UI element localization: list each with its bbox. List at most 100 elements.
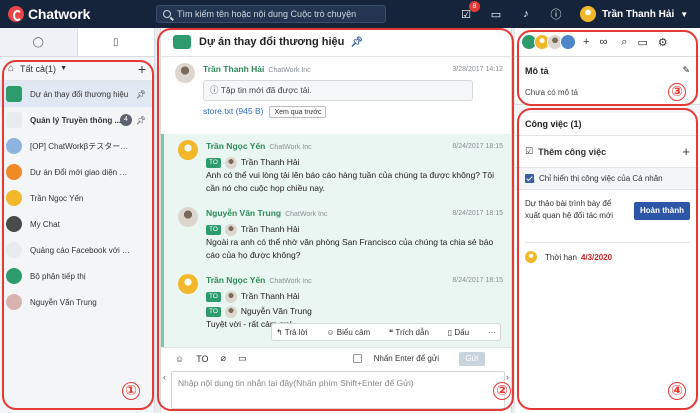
to-name: Trần Thanh Hải: [240, 224, 300, 234]
chevron-left-icon[interactable]: ‹: [163, 372, 166, 382]
react-label: Biểu cảm: [336, 327, 371, 337]
tasks-button[interactable]: ☑ 8: [458, 1, 480, 22]
enter-to-send-toggle[interactable]: Nhấn Enter để gửi Gửi: [352, 351, 497, 366]
message-placeholder: Nhập nội dung tin nhắn tại đây(Nhấn phím…: [178, 378, 414, 388]
message-time: 8/24/2017 18:15: [452, 210, 503, 217]
avatar: [580, 6, 596, 22]
room-icon: [6, 294, 22, 310]
folder-icon: ▭: [490, 8, 502, 21]
room-name: Quảng cáo Facebook với S...: [30, 245, 130, 255]
to-label: TO: [206, 306, 221, 317]
message-action-bar: ↰ Trả lời ☺ Biểu cảm ❝ Trích dẫn ▯ Dấu ·…: [271, 323, 501, 341]
chat-panel: Dự án thay đổi thương hiệu 📌︎ Trần Thanh…: [160, 28, 512, 413]
annotation-number: ③: [668, 83, 686, 101]
avatar: [178, 140, 198, 160]
react-button[interactable]: ☺ Biểu cảm: [326, 328, 370, 337]
home-icon: ⌂: [8, 63, 15, 74]
mark-button[interactable]: ▯ Dấu: [448, 328, 469, 337]
add-member-icon[interactable]: +: [583, 36, 589, 48]
sidebar-room-item[interactable]: Dự án Đổi mới giao diện ng...: [0, 159, 154, 185]
message-sender[interactable]: Trần Ngọc Yến: [206, 275, 265, 285]
message-sender[interactable]: Trần Ngọc Yến: [206, 141, 265, 151]
user-menu[interactable]: Trần Thanh Hải ▼: [580, 6, 688, 22]
search-icon[interactable]: ⌕: [621, 36, 627, 49]
annotation-number: ①: [122, 382, 140, 400]
add-task-button[interactable]: ☑ Thêm công việc +: [515, 136, 700, 167]
add-room-button[interactable]: +: [138, 61, 146, 77]
room-icon: [6, 112, 22, 128]
sidebar-room-item[interactable]: My Chat: [0, 211, 154, 237]
message: Trần Ngọc Yến ChatWork Inc 8/24/2017 18:1…: [161, 134, 511, 201]
sidebar-room-item[interactable]: Nguyễn Văn Trung: [0, 289, 154, 315]
edit-icon[interactable]: ✎: [682, 65, 690, 76]
pin-icon[interactable]: 📌︎: [136, 116, 146, 125]
only-mine-toggle[interactable]: Chỉ hiển thị công việc của Cá nhân: [515, 167, 700, 190]
more-button[interactable]: ···: [488, 328, 496, 337]
message: Nguyễn Văn Trung ChatWork Inc 8/24/2017 1…: [161, 201, 511, 268]
preview-button[interactable]: Xem qua trước: [269, 105, 327, 118]
avatar: [224, 223, 237, 236]
emoji-icon[interactable]: ☺: [175, 354, 184, 364]
to-name: Trần Thanh Hải: [240, 291, 300, 301]
files-button[interactable]: ▭: [488, 6, 504, 22]
video-icon[interactable]: ▭: [238, 353, 247, 364]
message-time: 3/28/2017 14:12: [452, 66, 503, 73]
members-icon[interactable]: [560, 34, 576, 50]
description-title: Mô tả: [525, 65, 549, 76]
tab-bookmarks[interactable]: ▯: [78, 28, 155, 56]
room-name: [OP] ChatWorkβテスターの...: [30, 141, 130, 151]
room-icon: [6, 190, 22, 206]
enter-checkbox[interactable]: [352, 354, 362, 363]
gear-icon[interactable]: ⚙: [658, 36, 668, 49]
sidebar-room-item[interactable]: Dự án thay đổi thương hiệu 📌︎: [0, 81, 154, 107]
only-mine-checkbox[interactable]: [525, 174, 534, 183]
to-button[interactable]: TO: [196, 354, 208, 364]
sidebar-room-item[interactable]: [OP] ChatWorkβテスターの...: [0, 133, 154, 159]
room-icon: [6, 164, 22, 180]
reply-button[interactable]: ↰ Trả lời: [276, 328, 308, 337]
message-body: Ngoài ra anh có thể nhờ văn phòng San Fr…: [206, 237, 494, 260]
avatar: [178, 274, 198, 294]
search-icon: [163, 10, 171, 18]
message-org: ChatWork Inc: [269, 144, 312, 151]
message-sender[interactable]: Trần Thanh Hải: [203, 64, 264, 74]
complete-task-button[interactable]: Hoàn thành: [634, 202, 690, 220]
pin-icon[interactable]: 📌︎: [350, 37, 363, 48]
avatar: [178, 207, 198, 227]
message-org: ChatWork Inc: [269, 278, 312, 285]
chevron-right-icon[interactable]: ›: [506, 372, 509, 382]
room-name: Bộ phận tiếp thị: [30, 271, 86, 281]
avatar: [224, 156, 237, 169]
filter-label: Tất cả(1): [20, 63, 57, 74]
room-name: My Chat: [30, 219, 60, 229]
search-input[interactable]: Tìm kiếm tên hoặc nội dung Cuộc trò chuy…: [156, 5, 386, 23]
tab-chats[interactable]: ◯: [0, 28, 78, 56]
only-mine-label: Chỉ hiển thị công việc của Cá nhân: [539, 174, 663, 183]
to-label: TO: [206, 224, 221, 235]
notifications-button[interactable]: ♪: [518, 6, 534, 22]
sidebar-room-item[interactable]: Quảng cáo Facebook với S...: [0, 237, 154, 263]
pin-icon[interactable]: 📌︎: [136, 90, 146, 99]
message-sender[interactable]: Nguyễn Văn Trung: [206, 208, 281, 218]
app-logo[interactable]: Chatwork: [8, 6, 156, 22]
folder-icon[interactable]: ▭: [637, 36, 647, 49]
check-icon: ☑: [525, 146, 534, 156]
file-link[interactable]: store.txt (945 B): [203, 105, 263, 118]
sidebar-room-item[interactable]: Bộ phận tiếp thị: [0, 263, 154, 289]
sidebar-room-item[interactable]: Trần Ngọc Yến: [0, 185, 154, 211]
chat-bubble-icon: ◯: [32, 36, 44, 48]
room-filter[interactable]: ⌂ Tất cả(1) ▼ +: [0, 57, 154, 81]
plus-icon[interactable]: +: [682, 144, 690, 159]
room-icon: [6, 216, 22, 232]
chevron-down-icon: ▼: [60, 65, 67, 72]
attach-icon[interactable]: ⌀: [221, 353, 226, 364]
sidebar-room-item[interactable]: Quản lý Truyền thông ... 4 📌︎: [0, 107, 154, 133]
send-button[interactable]: Gửi: [459, 351, 485, 366]
avatar: [224, 290, 237, 303]
room-info-toolbar: + ∞ ⌕ ▭ ⚙: [515, 28, 700, 57]
info-button[interactable]: ⓘ: [548, 6, 564, 22]
link-icon[interactable]: ∞: [599, 36, 607, 48]
quote-button[interactable]: ❝ Trích dẫn: [389, 328, 429, 337]
message-input[interactable]: Nhập nội dung tin nhắn tại đây(Nhấn phím…: [171, 371, 505, 409]
quote-label: Trích dẫn: [395, 327, 429, 337]
